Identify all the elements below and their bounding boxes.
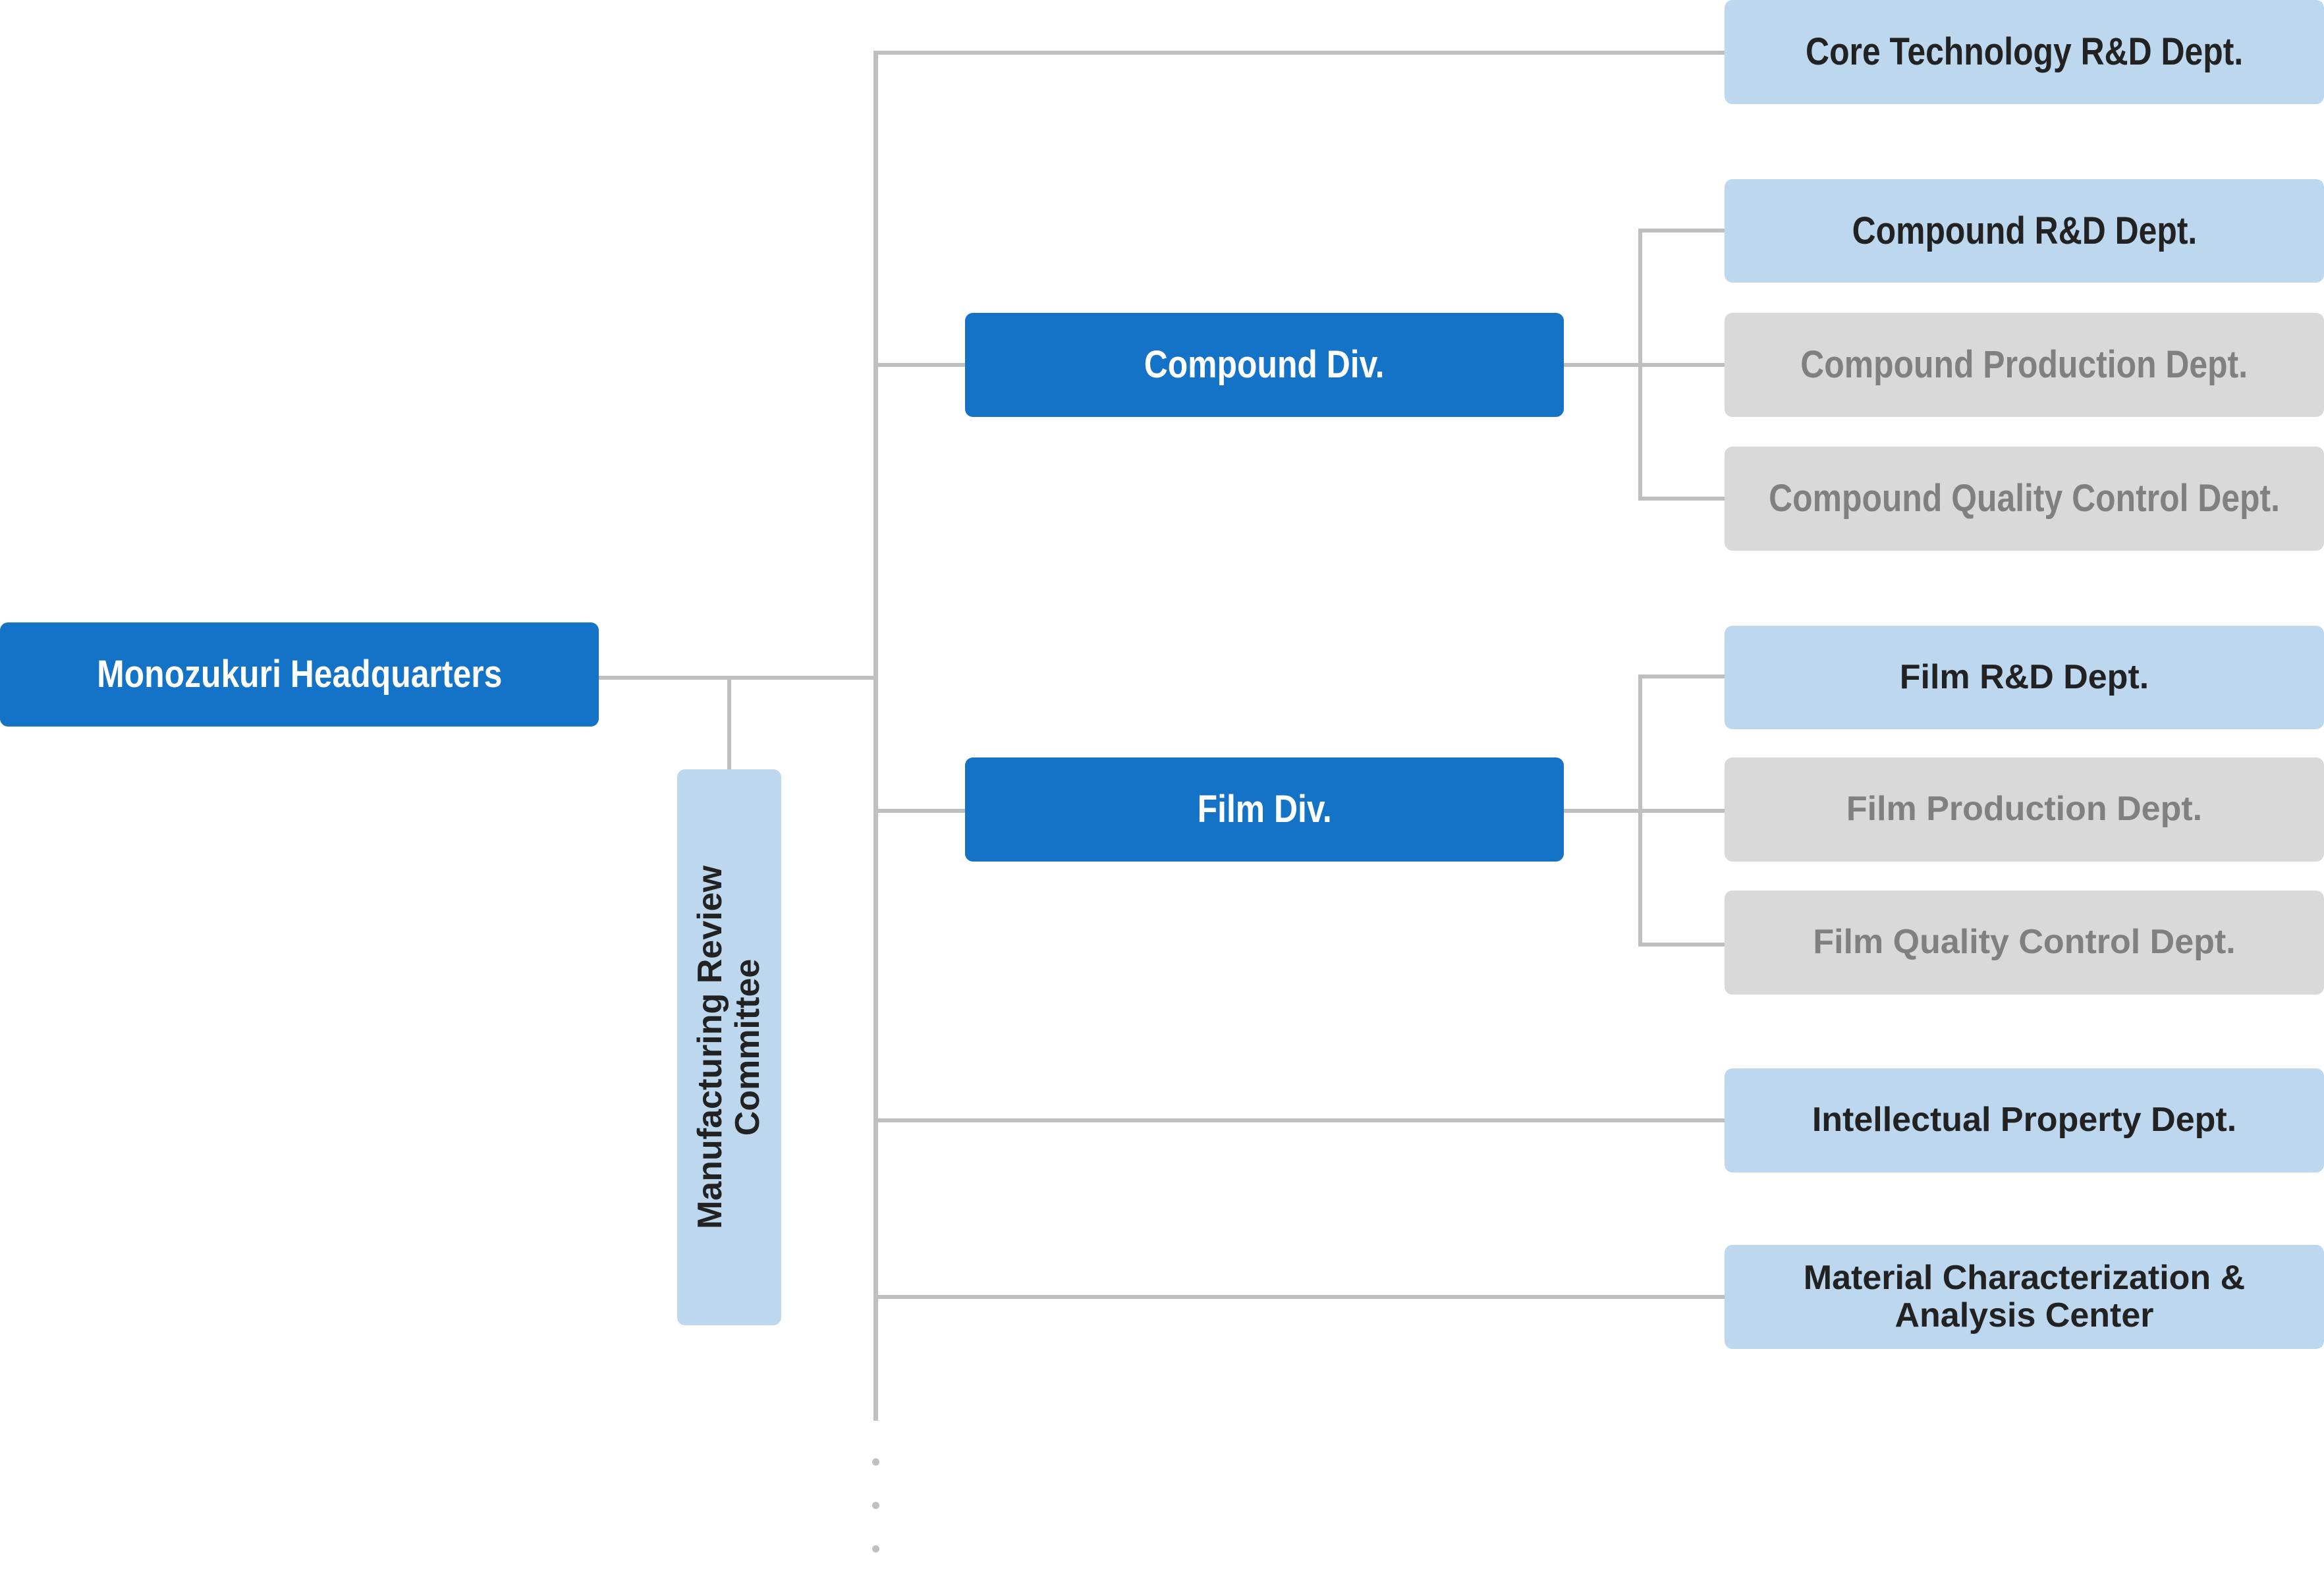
node-film-division[interactable]: Film Div.: [965, 757, 1564, 862]
connector-trunk-to-film-div: [876, 809, 965, 813]
node-label: Core Technology R&D Dept.: [1805, 30, 2244, 74]
node-compound-quality-control-dept[interactable]: Compound Quality Control Dept.: [1725, 447, 2324, 551]
node-compound-production-dept[interactable]: Compound Production Dept.: [1725, 313, 2324, 417]
node-material-characterization-analysis-center[interactable]: Material Characterization & Analysis Cen…: [1725, 1245, 2324, 1349]
connector-main-trunk: [873, 51, 878, 1421]
node-label-line2: Analysis Center: [1895, 1296, 2154, 1334]
node-manufacturing-review-committee[interactable]: Manufacturing Review Committee: [677, 769, 781, 1325]
continuation-dot: [872, 1545, 879, 1553]
node-label: Film R&D Dept.: [1899, 657, 2149, 696]
node-label: Film Quality Control Dept.: [1813, 923, 2236, 962]
node-label: Compound R&D Dept.: [1852, 209, 2197, 252]
node-compound-division[interactable]: Compound Div.: [965, 313, 1564, 417]
connector-to-film-qc: [1638, 943, 1725, 947]
continuation-dot: [872, 1502, 879, 1509]
node-label: Compound Div.: [1144, 343, 1385, 387]
connector-hq-to-trunk: [599, 676, 878, 680]
node-label: Monozukuri Headquarters: [96, 653, 503, 696]
connector-compound-div-out: [1564, 363, 1725, 367]
node-label: Compound Quality Control Dept.: [1769, 477, 2280, 520]
connector-trunk-to-compound-div: [876, 363, 965, 367]
node-label-line1: Manufacturing Review: [690, 866, 729, 1229]
connector-to-compound-rd: [1638, 229, 1725, 233]
continuation-dot: [872, 1458, 879, 1466]
node-label: Manufacturing Review Committee: [690, 866, 767, 1229]
connector-trunk-to-material-center: [876, 1295, 1725, 1299]
connector-film-div-out: [1564, 809, 1725, 813]
node-label: Film Production Dept.: [1846, 790, 2203, 829]
node-label: Film Div.: [1197, 788, 1332, 831]
connector-film-bracket: [1638, 674, 1642, 947]
connector-compound-bracket: [1638, 229, 1642, 501]
connector-to-film-rd: [1638, 674, 1725, 678]
node-film-rd-dept[interactable]: Film R&D Dept.: [1725, 626, 2324, 729]
node-film-quality-control-dept[interactable]: Film Quality Control Dept.: [1725, 891, 2324, 995]
node-label-line1: Material Characterization &: [1803, 1258, 2246, 1297]
connector-to-compound-qc: [1638, 497, 1725, 501]
node-intellectual-property-dept[interactable]: Intellectual Property Dept.: [1725, 1068, 2324, 1172]
node-label: Intellectual Property Dept.: [1812, 1101, 2237, 1140]
node-core-technology-rd-dept[interactable]: Core Technology R&D Dept.: [1725, 0, 2324, 104]
node-label: Compound Production Dept.: [1800, 343, 2248, 387]
connector-committee-stem: [727, 678, 731, 769]
connector-trunk-to-ip: [876, 1118, 1725, 1122]
node-label-line2: Committee: [729, 958, 767, 1136]
connector-trunk-to-core-tech: [873, 51, 1725, 55]
node-monozukuri-headquarters[interactable]: Monozukuri Headquarters: [0, 622, 599, 727]
node-film-production-dept[interactable]: Film Production Dept.: [1725, 757, 2324, 862]
node-compound-rd-dept[interactable]: Compound R&D Dept.: [1725, 179, 2324, 283]
